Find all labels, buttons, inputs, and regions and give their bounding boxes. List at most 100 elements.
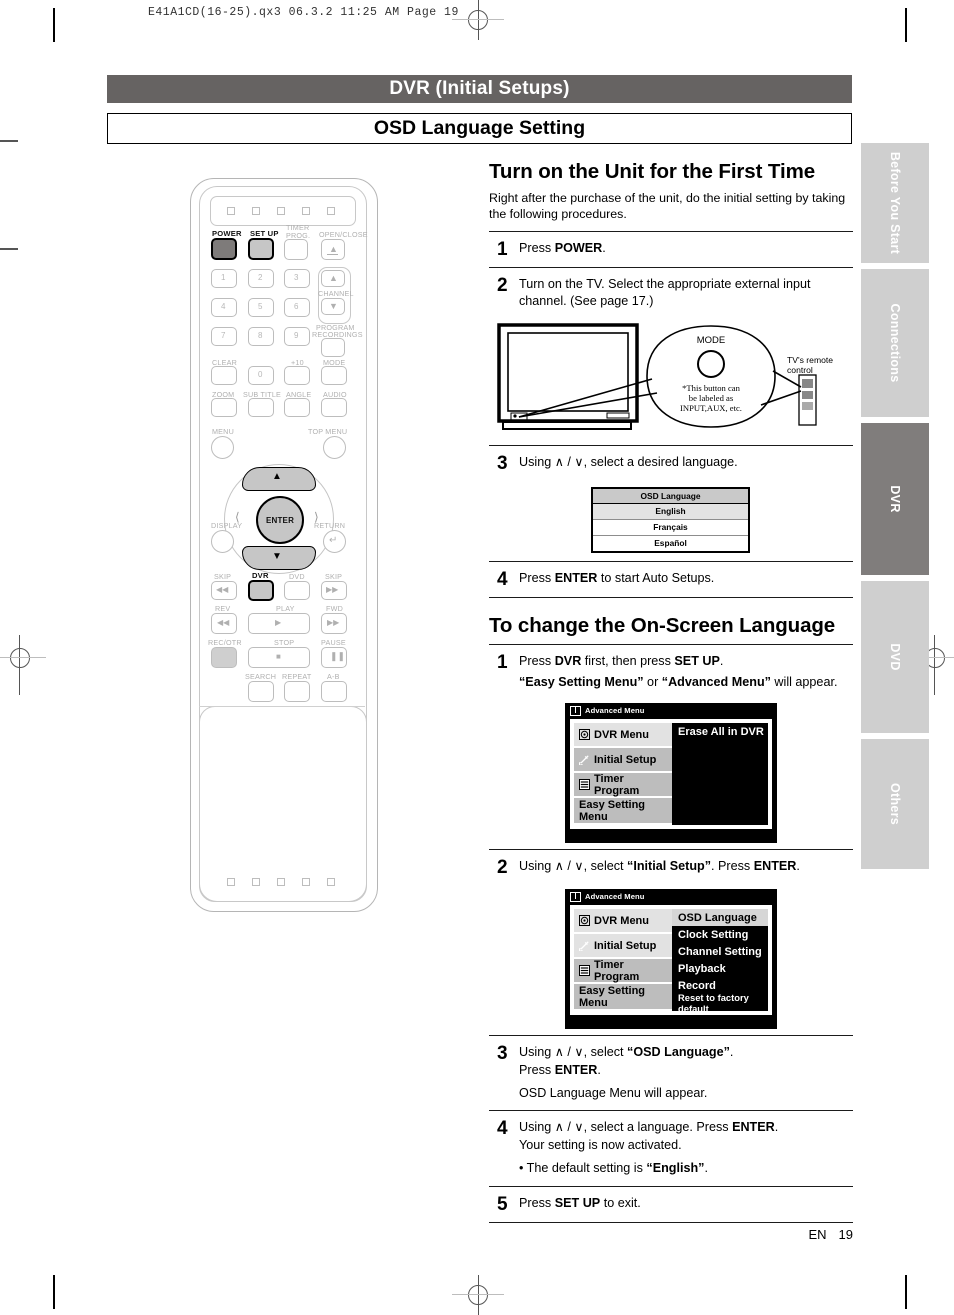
menu-item-easy-setting-menu[interactable]: Easy Setting Menu [574,984,672,1010]
note-line-3: INPUT,AUX, etc. [680,403,742,413]
ir-dot [277,207,285,215]
rev-label: REV [215,604,231,613]
submenu-item[interactable]: Erase All in DVR [672,723,768,740]
advanced-menu-1-wrap: Advanced Menu DVR Menu Initial Setup Tim… [489,703,853,844]
menu-item-easy-setting-menu[interactable]: Easy Setting Menu [574,798,672,824]
step-row: 1 Press POWER. [489,232,853,267]
mode-button[interactable] [321,366,347,385]
bottom-dot [252,878,260,886]
power-button[interactable] [211,238,237,260]
repeat-button[interactable] [284,681,310,702]
menu-item-initial-setup[interactable]: Initial Setup [574,748,672,774]
list-icon [579,965,590,977]
plus10-button[interactable] [284,366,310,385]
menu-item-timer-program[interactable]: Timer Program [574,959,672,985]
menu-button[interactable] [211,436,234,459]
step-text-post: to start Auto Setups. [597,570,715,585]
submenu-item-playback[interactable]: Playback [672,960,768,977]
dvr-button[interactable] [248,580,274,601]
section-1-heading: Turn on the Unit for the First Time [489,160,816,183]
wrench-icon [578,940,590,953]
osd-option-espanol[interactable]: Español [593,535,748,551]
subtitle-button[interactable] [248,398,274,417]
sidebar-item-others[interactable]: Others [861,739,929,869]
sidebar-item-before-you-start[interactable]: Before You Start [861,143,929,263]
zoom-button[interactable] [211,398,237,417]
submenu-item-clock-setting[interactable]: Clock Setting [672,926,768,943]
rec-otr-button[interactable] [211,647,237,668]
step-row: 2 Using ∧ / ∨, select “Initial Setup”. P… [489,850,853,885]
dvd-button[interactable] [284,581,310,600]
t: Using [519,859,555,874]
print-header: E41A1CD(16-25).qx3 06.3.2 11:25 AM Page … [148,6,459,19]
ab-button[interactable] [321,681,347,702]
submenu-item[interactable] [672,740,768,757]
sidebar-item-label: Others [888,782,902,826]
menu-item-label: Timer Program [594,772,640,797]
menu-item-dvr-menu[interactable]: DVR Menu [574,723,672,749]
sidebar-item-connections[interactable]: Connections [861,269,929,417]
search-button[interactable] [248,681,274,702]
step-text-bold: ENTER [554,570,598,585]
menu-item-initial-setup[interactable]: Initial Setup [574,934,672,960]
key-2-label: 2 [258,273,263,282]
step-row: 4 Press ENTER to start Auto Setups. [489,562,853,597]
top-menu-button[interactable] [323,436,346,459]
chevron-down-icon: ▼ [329,301,338,311]
power-label: POWER [212,229,242,238]
enter-button[interactable]: ENTER [256,496,304,544]
key-6-label: 6 [294,302,299,311]
pause-icon: ❚❚ [330,651,346,661]
osd-popup-title: OSD Language [593,488,748,504]
submenu-item[interactable] [672,791,768,808]
sidebar-item-dvr[interactable]: DVR [861,423,929,575]
return-label: RETURN [314,521,346,530]
osd-option-english[interactable]: English [593,503,748,520]
sidebar-item-dvd[interactable]: DVD [861,581,929,733]
up-down-arrow-icon: ∧ / ∨ [554,1045,584,1060]
step-row: 2 Turn on the TV. Select the appropriate… [489,268,853,319]
timer-prog-button[interactable] [284,239,308,260]
key-7-label: 7 [221,331,226,340]
t: . [597,1062,601,1077]
advanced-menu-left-column: DVR Menu Initial Setup Timer Program Eas… [574,909,672,1011]
angle-button[interactable] [284,398,310,417]
setup-button[interactable] [248,238,274,260]
t: SET UP [674,653,720,668]
menu-item-dvr-menu[interactable]: DVR Menu [574,909,672,935]
disc-icon [579,915,590,927]
submenu-item-channel-setting[interactable]: Channel Setting [672,943,768,960]
submenu-item-reset-to-factory-default[interactable]: Reset to factory default [672,992,768,1014]
menu-item-label: DVR Menu [594,914,649,927]
advanced-menu-footer [566,831,776,843]
submenu-item-osd-language[interactable]: OSD Language [672,909,768,927]
divider [489,596,853,598]
display-button[interactable] [211,530,234,553]
bottom-dot [277,878,285,886]
osd-option-francais[interactable]: Français [593,519,748,536]
advanced-menu-right-column: OSD Language Clock Setting Channel Setti… [672,909,768,1014]
t: . Press [711,859,754,874]
remote-panel-divider [199,706,365,708]
step-text: Turn on the TV. Select the appropriate e… [519,276,811,309]
submenu-item[interactable] [672,808,768,825]
crop-rule-left [53,8,55,42]
open-close-label: OPEN/CLOSE [319,230,368,239]
t: ENTER [732,1120,775,1135]
audio-button[interactable] [321,398,347,417]
tv-remote-label-2: control [787,365,813,375]
bottom-dot [302,878,310,886]
menu-screen-icon [570,891,581,902]
t: “Initial Setup” [627,859,712,874]
wrench-icon [578,754,590,767]
page-title: DVR (Initial Setups) [389,78,570,99]
menu-label: MENU [212,427,234,436]
clear-button[interactable] [211,366,237,385]
menu-item-timer-program[interactable]: Timer Program [574,772,672,799]
stop-label: STOP [274,638,295,647]
submenu-item[interactable] [672,774,768,791]
submenu-item[interactable] [672,757,768,774]
key-3-label: 3 [294,273,299,282]
main-content-column: Turn on the Unit for the First Time Righ… [489,160,853,1222]
program-recordings-button[interactable] [321,338,345,357]
